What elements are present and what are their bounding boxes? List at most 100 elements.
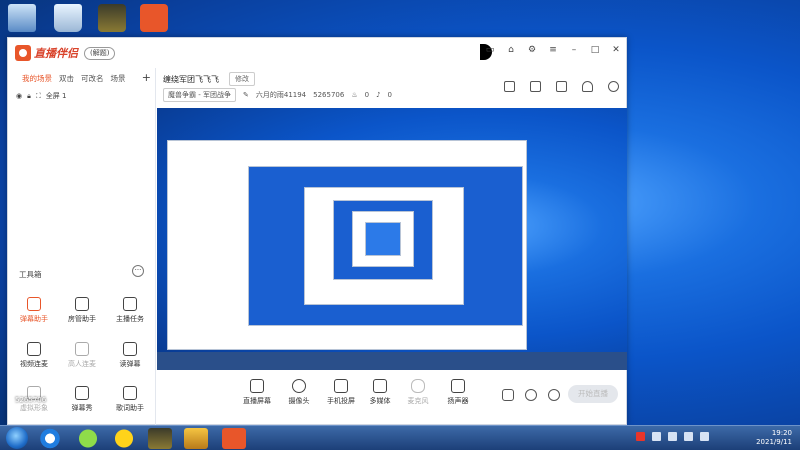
tray-volume-icon[interactable] xyxy=(700,432,709,441)
read-danmaku-icon xyxy=(123,342,137,356)
eye-icon[interactable]: ◉ xyxy=(16,92,22,100)
preview-eye-icon[interactable] xyxy=(525,389,537,401)
preview-nested-window-4 xyxy=(333,200,433,280)
screen-capture-button[interactable]: 直播屏幕 xyxy=(237,379,277,406)
start-button[interactable] xyxy=(6,427,28,449)
room-info-bar: 缠绕军团飞飞飞 修改 魔兽争霸 - 军团战争 ✎ 六月的雨41194 52657… xyxy=(157,68,627,108)
tray-app-icon[interactable] xyxy=(652,432,661,441)
unlock-icon[interactable] xyxy=(530,81,541,92)
clock-time: 19:20 xyxy=(771,429,792,437)
window-controls: ▭ ⌂ ⚙ ≡ – □ ✕ xyxy=(484,45,622,55)
share-icon[interactable] xyxy=(608,81,619,92)
edit-category-icon[interactable]: ✎ xyxy=(243,91,249,99)
room-title: 缠绕军团飞飞飞 xyxy=(163,75,219,84)
screen-capture-icon xyxy=(250,379,264,393)
media-icon xyxy=(373,379,387,393)
taskbar-frog-icon[interactable] xyxy=(76,428,100,449)
media-button[interactable]: 多媒体 xyxy=(360,379,400,406)
add-scene-button[interactable]: + xyxy=(142,71,151,84)
preview-nested-window-6 xyxy=(365,222,401,256)
toolbox-title: 工具箱 xyxy=(19,270,42,279)
video-link-icon xyxy=(27,342,41,356)
preview-nested-window-3 xyxy=(304,187,464,305)
danmaku-icon xyxy=(27,297,41,311)
taskbar-live-companion-icon[interactable] xyxy=(222,428,246,449)
start-live-button[interactable]: 开始直播 xyxy=(568,385,618,403)
edit-title-button[interactable]: 修改 xyxy=(229,72,255,86)
taskbar-warcraft-icon[interactable] xyxy=(148,428,172,449)
gear-icon[interactable] xyxy=(548,389,560,401)
scene-tabs: 我的场景 双击 可改名 场景 xyxy=(8,68,155,86)
toolbox-more-button[interactable]: ··· xyxy=(132,265,144,277)
logo-icon xyxy=(15,45,31,61)
preview-taskbar xyxy=(157,352,627,370)
tab-my-scenes[interactable]: 我的场景 xyxy=(22,73,52,86)
tray-network-icon[interactable] xyxy=(684,432,693,441)
fullscreen-icon: ⛶ xyxy=(35,91,41,100)
tool-video-link[interactable]: 视频连麦 xyxy=(10,342,58,369)
room-category[interactable]: 魔兽争霸 - 军团战争 xyxy=(163,88,236,102)
lock-icon[interactable]: 🔒︎ xyxy=(27,92,31,101)
tool-host-task[interactable]: 主播任务 xyxy=(106,297,154,324)
scene-sidebar: 我的场景 双击 可改名 场景 + ◉ 🔒︎ ⛶ 全屏 1 工具箱 ··· 弹幕助… xyxy=(8,68,156,426)
tray-flag-icon[interactable] xyxy=(668,432,677,441)
taskbar-game-icon[interactable] xyxy=(184,428,208,449)
scene-item-label: 全屏 1 xyxy=(45,92,67,100)
clock-date: 2021/9/11 xyxy=(756,438,792,446)
download-icon xyxy=(75,342,89,356)
overlay-label: 5265706 xyxy=(15,396,47,404)
scene-item[interactable]: ◉ 🔒︎ ⛶ 全屏 1 xyxy=(8,86,155,101)
speaker-button[interactable]: 扬声器 xyxy=(438,379,478,406)
tab-rename[interactable]: 可改名 xyxy=(81,73,104,86)
tool-pk-link[interactable]: 高人连麦 xyxy=(58,342,106,369)
feedback-icon[interactable]: ▭ xyxy=(484,45,496,55)
skin-icon[interactable]: ⌂ xyxy=(505,45,517,55)
app-header: 直播伴侣 (解题) ▭ ⌂ ⚙ ≡ – □ ✕ xyxy=(8,38,628,68)
app-logo: 直播伴侣 xyxy=(15,45,78,61)
source-controls: 直播屏幕 摄像头 手机投屏 多媒体 麦克风 扬声器 开始直播 xyxy=(157,373,627,425)
microphone-button[interactable]: 麦克风 xyxy=(398,379,438,406)
taskbar-clock[interactable]: 19:20 2021/9/11 xyxy=(756,429,792,447)
room-id: 六月的雨41194 xyxy=(255,91,307,99)
window-icon[interactable] xyxy=(556,81,567,92)
record-icon[interactable] xyxy=(502,389,514,401)
phone-cast-button[interactable]: 手机投屏 xyxy=(321,379,361,406)
task-icon xyxy=(123,297,137,311)
close-icon[interactable]: ✕ xyxy=(610,45,622,55)
taskbar-orb-icon[interactable] xyxy=(112,428,136,449)
tool-moderator[interactable]: 房管助手 xyxy=(58,297,106,324)
edition-badge[interactable]: (解题) xyxy=(84,46,116,60)
moderator-icon xyxy=(75,297,89,311)
danmaku-show-icon xyxy=(75,386,89,400)
bell-icon[interactable] xyxy=(582,81,593,92)
camera-icon xyxy=(292,379,306,393)
settings-icon[interactable]: ⚙ xyxy=(526,45,538,55)
taskbar-sogou-icon[interactable] xyxy=(38,428,62,449)
live-companion-icon[interactable] xyxy=(140,4,168,32)
camera-button[interactable]: 摄像头 xyxy=(279,379,319,406)
tab-double-click[interactable]: 双击 xyxy=(59,73,74,86)
room-toolbar xyxy=(504,81,619,92)
menu-icon[interactable]: ≡ xyxy=(547,45,559,55)
likes-count: 0 xyxy=(364,91,370,99)
phone-cast-icon xyxy=(334,379,348,393)
tool-danmaku-show[interactable]: 弹幕秀 xyxy=(58,386,106,413)
computer-icon[interactable] xyxy=(8,4,36,32)
recycle-bin-icon[interactable] xyxy=(54,4,82,32)
ime-icon[interactable] xyxy=(636,432,645,441)
lyrics-icon xyxy=(123,386,137,400)
minimize-icon[interactable]: – xyxy=(568,45,580,55)
tool-danmaku-assistant[interactable]: 弹幕助手 xyxy=(10,297,58,324)
tool-lyrics[interactable]: 歌词助手 xyxy=(106,386,154,413)
tool-read-danmaku[interactable]: 读弹幕 xyxy=(106,342,154,369)
room-meta: 魔兽争霸 - 军团战争 ✎ 六月的雨41194 5265706 ♨ 0 ♪ 0 xyxy=(163,88,392,102)
app-name: 直播伴侣 xyxy=(34,47,78,60)
viewers-count: 0 xyxy=(387,91,393,99)
speaker-icon xyxy=(451,379,465,393)
game-warcraft-icon[interactable] xyxy=(98,4,126,32)
tab-scene[interactable]: 场景 xyxy=(111,73,126,86)
gift-icon[interactable] xyxy=(504,81,515,92)
stream-preview[interactable] xyxy=(157,108,627,370)
preview-nested-window-2 xyxy=(248,166,523,326)
maximize-icon[interactable]: □ xyxy=(589,45,601,55)
